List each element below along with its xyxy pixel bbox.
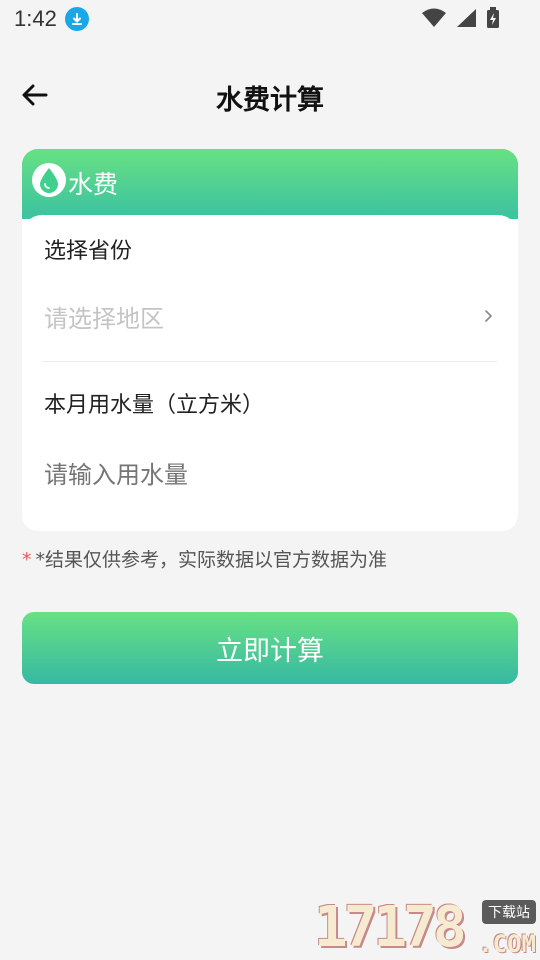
- battery-icon: [487, 7, 499, 28]
- status-time: 1:42: [14, 6, 57, 31]
- usage-input[interactable]: [44, 461, 464, 489]
- province-selector[interactable]: 请选择地区: [22, 285, 518, 345]
- watermark-number: 17178: [314, 895, 467, 960]
- status-bar: 1:42: [0, 0, 540, 38]
- card-header: 水费: [22, 149, 518, 215]
- required-star: *: [22, 549, 32, 571]
- water-fee-card: 水费 选择省份 请选择地区 本月用水量（立方米）: [22, 149, 518, 531]
- province-placeholder: 请选择地区: [44, 305, 164, 333]
- calculate-button[interactable]: 立即计算: [22, 612, 518, 684]
- card-header-label: 水费: [68, 170, 119, 199]
- download-icon: [64, 7, 89, 31]
- card-body: 选择省份 请选择地区 本月用水量（立方米）: [22, 215, 518, 531]
- watermark-tag: 下载站: [482, 900, 536, 924]
- site-watermark: 17178 下载站 .COM: [314, 895, 538, 960]
- app-bar: 水费计算: [0, 62, 540, 128]
- signal-icon: [457, 9, 476, 27]
- usage-label: 本月用水量（立方米）: [44, 393, 265, 418]
- water-drop-icon: [32, 163, 66, 197]
- disclaimer-note: * *结果仅供参考，实际数据以官方数据为准: [22, 545, 387, 572]
- watermark-suffix: .COM: [478, 930, 536, 958]
- chevron-right-icon: [485, 310, 493, 322]
- page-title: 水费计算: [216, 85, 324, 116]
- province-label: 选择省份: [44, 239, 133, 264]
- field-divider: [42, 361, 498, 362]
- wifi-icon: [422, 8, 446, 27]
- disclaimer-text: *结果仅供参考，实际数据以官方数据为准: [35, 549, 388, 571]
- status-icons: [422, 7, 500, 29]
